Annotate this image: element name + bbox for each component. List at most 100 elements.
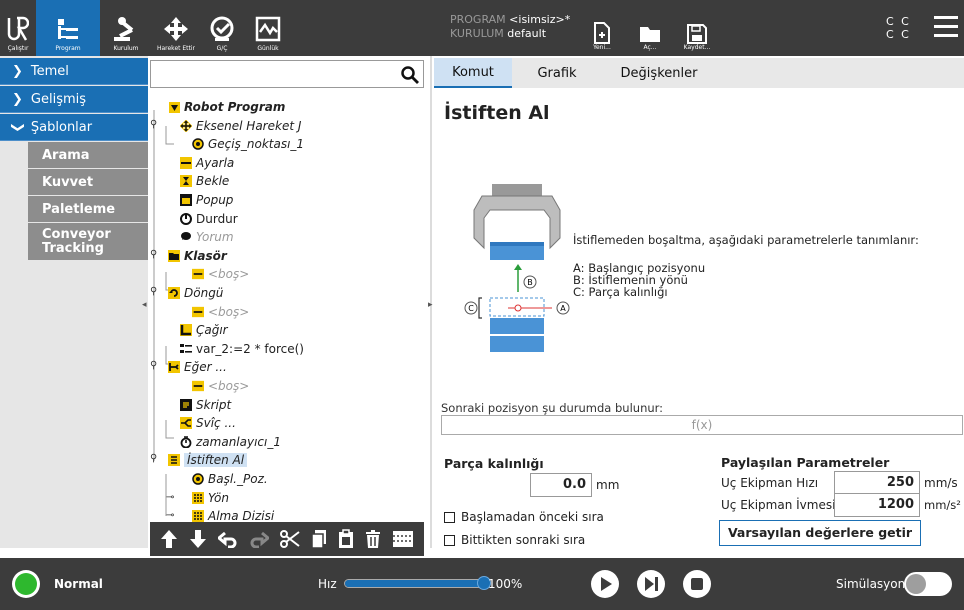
tree-item-label: Çağır (196, 323, 228, 338)
checkbox-box[interactable] (444, 511, 455, 523)
installation-key: KURULUM (450, 27, 504, 40)
redo-icon[interactable] (249, 530, 269, 548)
step-button[interactable] (636, 569, 666, 599)
tree-item[interactable]: Popup (180, 191, 233, 209)
empty-icon (192, 268, 204, 280)
tree-item[interactable]: Yön (192, 489, 229, 507)
tree-item-label: var_2:=2 * force() (196, 341, 304, 356)
loop-icon (168, 287, 180, 299)
nav-log[interactable]: Günlük (248, 0, 288, 56)
expand-pin-icon[interactable]: ⚲ (150, 119, 157, 130)
checkbox-before-label: Başlamadan önceki sıra (461, 510, 604, 524)
nav-run[interactable]: Çalıştır (0, 0, 36, 56)
tool-speed-input[interactable]: 250 (834, 471, 920, 495)
nav-program[interactable]: Program (36, 0, 100, 56)
tree-item[interactable]: Eksenel Hareket J (180, 117, 301, 135)
new-button[interactable]: Yeni... (586, 0, 618, 56)
header-bar: Çalıştır Program Kurulum Hareket Ettir G… (0, 0, 964, 56)
collapse-left-handle[interactable]: ◂ (142, 300, 150, 316)
move-down-icon[interactable] (189, 529, 207, 549)
paste-icon[interactable] (338, 529, 354, 549)
tree-item[interactable]: Robot Program (168, 98, 285, 116)
destack-legend: A: Başlangıç pozisyonu B: İstiflemenin y… (573, 262, 705, 298)
tree-item[interactable]: Klasör (168, 247, 227, 265)
tree-item[interactable]: Başl._Poz. (192, 470, 268, 488)
checkbox-box[interactable] (444, 534, 455, 546)
tree-item[interactable]: Eğer ... (168, 358, 227, 376)
tab-graphics[interactable]: Grafik (522, 58, 592, 88)
tree-item[interactable]: Skript (180, 396, 231, 414)
expand-pin-icon[interactable]: ⚲ (150, 360, 157, 371)
play-button[interactable] (590, 569, 620, 599)
undo-icon[interactable] (217, 530, 238, 548)
tree-item-label: Durdur (196, 211, 238, 226)
menu-advanced[interactable]: ❯ Gelişmiş (0, 86, 148, 113)
tree-toolbar (150, 522, 424, 556)
tool-accel-input[interactable]: 1200 (834, 493, 920, 517)
diagram-label-a: A (560, 304, 566, 313)
template-conveyor-tracking[interactable]: Conveyor Tracking (28, 223, 148, 261)
chevron-right-icon: ❯ (12, 91, 23, 107)
tree-item-label: Klasör (184, 248, 227, 263)
nav-io[interactable]: G/Ç (204, 0, 240, 56)
expand-pin-icon[interactable]: ⚲ (150, 249, 157, 260)
tree-item[interactable]: Yorum (180, 228, 234, 246)
nav-installation[interactable]: Kurulum (104, 0, 148, 56)
open-button[interactable]: Aç... (634, 0, 666, 56)
collapse-pin-icon[interactable]: ⊸ (166, 492, 174, 503)
speed-slider-track[interactable] (344, 579, 484, 588)
tab-variables[interactable]: Değişkenler (604, 58, 714, 88)
tree-item[interactable]: Svîç ... (180, 414, 236, 432)
checkbox-after-sequence[interactable]: Bittikten sonraki sıra (444, 533, 585, 547)
tree-item-label: Eğer ... (184, 360, 227, 375)
move-up-icon[interactable] (160, 529, 178, 549)
speed-slider-fill (345, 580, 483, 587)
expression-field[interactable]: f(x) (441, 415, 963, 435)
menu-basic[interactable]: ❯ Temel (0, 58, 148, 85)
tree-item[interactable]: Döngü (168, 284, 223, 302)
assignment-icon (180, 343, 192, 355)
checkbox-before-sequence[interactable]: Başlamadan önceki sıra (444, 510, 604, 524)
tree-item-label: Eksenel Hareket J (196, 118, 302, 133)
tree-item[interactable]: <boş> (192, 377, 249, 395)
tree-item[interactable]: Geçiş_noktası_1 (192, 135, 304, 153)
expand-pin-icon[interactable]: ⚲ (150, 453, 157, 464)
thickness-input[interactable]: 0.0 (530, 473, 592, 497)
tree-item[interactable]: <boş> (192, 303, 249, 321)
search-icon[interactable] (401, 66, 419, 84)
cut-icon[interactable] (279, 530, 300, 548)
copy-icon[interactable] (311, 529, 327, 549)
legend-c: C: Parça kalınlığı (573, 285, 668, 299)
tree-item[interactable]: Çağır (180, 321, 228, 339)
tree-item[interactable]: İstiften Al (168, 451, 248, 469)
tree-item[interactable]: <boş> (192, 265, 249, 283)
stop-button[interactable] (682, 569, 712, 599)
tree-item[interactable]: Durdur (180, 210, 238, 228)
thickness-label: Parça kalınlığı (444, 456, 544, 471)
installation-name: default (507, 27, 547, 40)
open-button-label: Aç... (643, 44, 657, 51)
tab-bar: Komut Grafik Değişkenler (434, 58, 964, 88)
suppress-icon[interactable] (392, 529, 414, 549)
tree-item[interactable]: var_2:=2 * force() (180, 340, 304, 358)
reset-defaults-button[interactable]: Varsayılan değerlere getir (719, 520, 921, 546)
tree-item[interactable]: Bekle (180, 172, 229, 190)
menu-templates-label: Şablonlar (30, 119, 93, 135)
menu-templates[interactable]: ❯ Şablonlar (0, 114, 148, 141)
collapse-right-handle[interactable]: ▸ (428, 300, 436, 316)
template-search[interactable]: Arama (28, 142, 148, 169)
tab-command[interactable]: Komut (434, 58, 512, 88)
collapse-pin-icon[interactable]: ⊸ (166, 510, 174, 521)
hamburger-menu-icon[interactable] (934, 16, 958, 38)
template-force[interactable]: Kuvvet (28, 169, 148, 196)
tree-item[interactable]: zamanlayıcı_1 (180, 433, 281, 451)
template-palletizing[interactable]: Paletleme (28, 196, 148, 223)
delete-icon[interactable] (365, 529, 381, 549)
status-indicator[interactable] (12, 570, 40, 598)
simulation-toggle[interactable] (904, 572, 952, 596)
expand-pin-icon[interactable]: ⚲ (150, 286, 157, 297)
tree-search-input[interactable] (155, 62, 395, 86)
save-button[interactable]: Kaydet... (676, 0, 718, 56)
nav-move[interactable]: Hareket Ettir (150, 0, 202, 56)
tree-item[interactable]: Ayarla (180, 154, 234, 172)
